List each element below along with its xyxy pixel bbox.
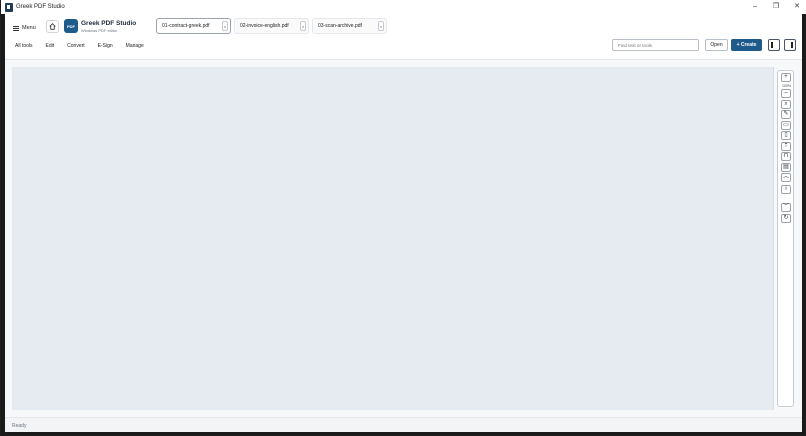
upload-icon[interactable]: ⇡ [781, 142, 791, 151]
zoom-out-button[interactable]: – [781, 89, 791, 98]
window-title: Greek PDF Studio [16, 4, 65, 10]
status-bar: Ready [5, 417, 804, 433]
nav-convert[interactable]: Convert [67, 43, 85, 49]
nav-edit[interactable]: Edit [46, 43, 55, 49]
zoom-toolbar: + 100% – ⌕ ✎ ▭ ▯ ⇡ ⊓ ▤ ︿ i ﹀ ↻ [777, 70, 794, 407]
close-icon[interactable]: ✕ [793, 0, 801, 14]
app-window: Greek PDF Studio – ❐ ✕ Menu PDF Greek PD… [0, 0, 806, 436]
comment-icon[interactable]: ▭ [781, 121, 791, 130]
save-icon[interactable]: ▤ [781, 163, 791, 172]
window-controls: – ❐ ✕ [751, 0, 801, 14]
search-icon[interactable]: ⌕ [781, 100, 791, 109]
refresh-icon[interactable]: ↻ [781, 214, 791, 223]
open-button[interactable]: Open [705, 39, 728, 51]
zoom-in-button[interactable]: + [781, 73, 791, 82]
tab-contract-greek[interactable]: 01-contract-greek.pdf × [156, 18, 231, 34]
toggle-left-pane-icon[interactable] [768, 39, 780, 51]
chevron-down-icon[interactable]: ﹀ [781, 203, 791, 212]
nav-all-tools[interactable]: All tools [15, 43, 33, 49]
info-icon[interactable]: i [781, 185, 791, 194]
search-input[interactable] [612, 39, 699, 51]
brand-subtitle: Windows PDF editor [81, 28, 118, 33]
chevron-up-icon[interactable]: ︿ [781, 173, 791, 182]
tab-label: 02-invoice-english.pdf [240, 23, 289, 29]
window-border-left [1, 14, 5, 436]
brand-logo: PDF [64, 19, 78, 33]
nav-manage[interactable]: Manage [126, 43, 144, 49]
home-icon [49, 23, 56, 30]
restore-icon[interactable]: ❐ [772, 0, 780, 14]
title-bar: Greek PDF Studio – ❐ ✕ [1, 0, 806, 14]
app-icon [5, 2, 13, 12]
create-button[interactable]: + Create [731, 39, 762, 51]
home-button[interactable] [46, 20, 59, 33]
tab-scan-archive[interactable]: 03-scan-archive.pdf × [312, 18, 387, 34]
app-header: Menu PDF Greek PDF Studio Windows PDF ed… [5, 14, 804, 60]
page-icon[interactable]: ▯ [781, 131, 791, 140]
menu-button[interactable]: Menu [13, 22, 36, 34]
window-border-right [802, 14, 805, 436]
tool-nav: All tools Edit Convert E-Sign Manage [15, 43, 144, 49]
brand-name: Greek PDF Studio [81, 20, 137, 27]
hamburger-icon [13, 25, 19, 31]
tab-close-icon[interactable]: × [378, 21, 384, 31]
menu-label: Menu [22, 25, 36, 31]
toggle-right-pane-icon[interactable] [784, 39, 796, 51]
tab-close-icon[interactable]: × [222, 21, 228, 31]
pen-icon[interactable]: ✎ [781, 110, 791, 119]
status-text: Ready [12, 423, 27, 429]
nav-e-sign[interactable]: E-Sign [98, 43, 113, 49]
tab-close-icon[interactable]: × [300, 21, 306, 31]
zoom-level: 100% [782, 84, 791, 88]
document-canvas[interactable] [12, 67, 774, 410]
minimize-icon[interactable]: – [751, 0, 759, 14]
tab-invoice-english[interactable]: 02-invoice-english.pdf × [234, 18, 309, 34]
tab-label: 03-scan-archive.pdf [318, 23, 362, 29]
workspace [5, 60, 804, 417]
window-border-bottom [1, 432, 806, 435]
tab-label: 01-contract-greek.pdf [162, 23, 210, 29]
lock-icon[interactable]: ⊓ [781, 152, 791, 161]
